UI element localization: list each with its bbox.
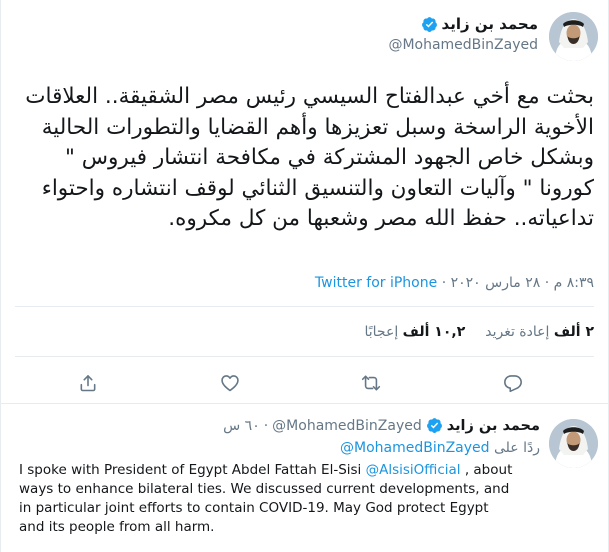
retweets-label: إعادة تغريد xyxy=(485,324,550,340)
likes-stat[interactable]: ١٠,٢ ألف إعجابًا xyxy=(365,322,466,342)
reply-header: محمد بن زايد @MohamedBinZayed · ٦٠ س xyxy=(223,417,540,434)
reply-separator: · xyxy=(263,417,269,434)
retweets-count: ٢ ألف xyxy=(553,324,594,340)
mention-link[interactable]: @AlsisiOfficial xyxy=(366,462,461,478)
share-button[interactable] xyxy=(75,370,101,396)
likes-count: ١٠,٢ ألف xyxy=(402,324,466,340)
author-block: محمد بن زايد @MohamedBinZayed xyxy=(388,14,538,54)
author-name[interactable]: محمد بن زايد xyxy=(442,14,538,34)
reply-tweet[interactable]: محمد بن زايد @MohamedBinZayed · ٦٠ س ردً… xyxy=(1,405,608,552)
reply-icon xyxy=(504,375,522,393)
tweet-stats: ٢ ألف إعادة تغريد ١٠,٢ ألف إعجابًا xyxy=(365,322,595,342)
reply-time[interactable]: ٦٠ س xyxy=(223,418,260,434)
tweet-source-link[interactable]: Twitter for iPhone xyxy=(315,275,437,291)
reply-button[interactable] xyxy=(500,370,526,396)
retweet-button[interactable] xyxy=(358,370,384,396)
reply-author-name[interactable]: محمد بن زايد xyxy=(447,418,540,434)
tweet-page: محمد بن زايد @MohamedBinZayed بحثت مع أخ… xyxy=(0,0,609,552)
verified-badge-icon xyxy=(421,16,437,32)
tweet-timestamp[interactable]: ٨:٣٩ م · ٢٨ مارس ٢٠٢٠ xyxy=(451,275,594,291)
reply-text-part: I spoke with President of Egypt Abdel Fa… xyxy=(19,462,366,478)
replying-to: ردًا على @MohamedBinZayed xyxy=(340,440,540,456)
avatar-portrait-icon xyxy=(549,419,598,468)
tweet-text: بحثت مع أخي عبدالفتاح السيسي رئيس مصر ال… xyxy=(25,84,594,231)
share-icon xyxy=(80,375,96,392)
divider xyxy=(15,306,594,307)
meta-separator: · xyxy=(437,275,447,291)
reply-text: I spoke with President of Egypt Abdel Fa… xyxy=(19,461,518,537)
retweets-stat[interactable]: ٢ ألف إعادة تغريد xyxy=(485,322,594,342)
avatar[interactable] xyxy=(549,12,598,61)
retweet-icon xyxy=(361,375,381,391)
tweet-actions xyxy=(1,367,608,397)
verified-badge-icon xyxy=(426,418,442,433)
replying-to-handle[interactable]: @MohamedBinZayed xyxy=(340,440,490,456)
avatar-portrait-icon xyxy=(549,12,598,61)
tweet-meta: ٨:٣٩ م · ٢٨ مارس ٢٠٢٠ · Twitter for iPho… xyxy=(315,272,594,294)
heart-icon xyxy=(221,375,239,392)
replying-to-label: ردًا على xyxy=(494,440,540,456)
author-handle[interactable]: @MohamedBinZayed xyxy=(388,36,538,54)
reply-author-handle[interactable]: @MohamedBinZayed xyxy=(272,418,422,434)
author-name-line[interactable]: محمد بن زايد xyxy=(388,14,538,34)
avatar[interactable] xyxy=(549,419,598,468)
divider xyxy=(15,356,594,357)
likes-label: إعجابًا xyxy=(364,324,399,340)
main-tweet: محمد بن زايد @MohamedBinZayed بحثت مع أخ… xyxy=(1,0,608,404)
like-button[interactable] xyxy=(217,370,243,396)
